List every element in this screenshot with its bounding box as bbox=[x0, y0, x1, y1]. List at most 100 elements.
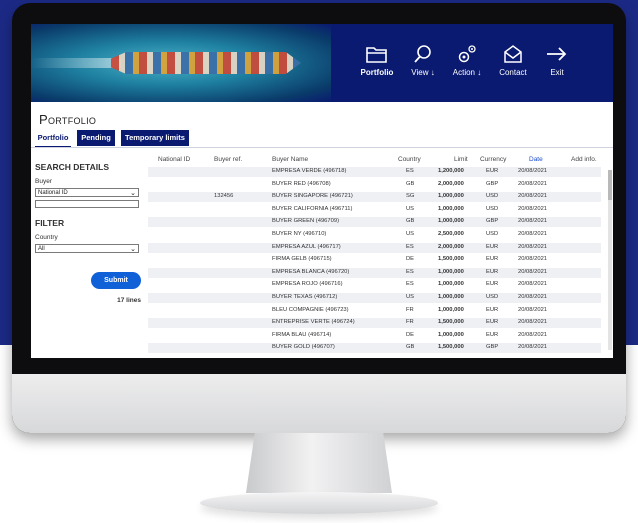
cell-country: GB bbox=[406, 218, 415, 225]
table-row[interactable]: FIRMA GELB (496715) DE 1,500,000 EUR 20/08/2… bbox=[148, 255, 601, 265]
lines-count: 17 lines bbox=[117, 297, 141, 304]
arrow-right-icon bbox=[547, 47, 567, 61]
cell-date: 20/08/2021 bbox=[518, 193, 548, 200]
cell-date: 20/08/2021 bbox=[518, 168, 548, 174]
cell-limit: 1,200,000 bbox=[438, 168, 464, 174]
ship-wake bbox=[31, 58, 121, 68]
tab-pending[interactable]: Pending bbox=[77, 130, 115, 146]
cell-buyer-name: BUYER GOLD (496707) bbox=[272, 344, 335, 351]
cell-limit: 1,000,000 bbox=[438, 306, 464, 313]
cell-limit: 1,000,000 bbox=[438, 218, 464, 225]
country-select[interactable]: All ⌄ bbox=[35, 244, 139, 253]
tab-divider bbox=[31, 147, 613, 148]
table-scrollbar[interactable] bbox=[608, 170, 612, 350]
cell-date: 20/08/2021 bbox=[518, 243, 548, 250]
cell-country: US bbox=[406, 294, 415, 300]
monitor-screen: Portfolio View ↓ Action ↓ Contact Exit P… bbox=[31, 24, 613, 358]
cell-country: GB bbox=[406, 344, 415, 351]
column-header-buyer-ref[interactable]: Buyer ref. bbox=[214, 156, 242, 163]
cell-currency: EUR bbox=[486, 243, 499, 250]
cell-currency: USD bbox=[486, 193, 499, 200]
table-row[interactable]: EMPRESA AZUL (496717) ES 2,000,000 EUR 20/08… bbox=[148, 242, 601, 253]
table-row[interactable]: BUYER GREEN (496709) GB 1,000,000 GBP 20/08/… bbox=[148, 217, 601, 228]
cell-buyer-name: BUYER GREEN (496709) bbox=[272, 218, 340, 225]
table-row[interactable]: BUYER RED (496708) GB 2,000,000 GBP 20/08/20… bbox=[148, 180, 601, 190]
table-row[interactable]: EMPRESA VERDE (496718) ES 1,200,000 EUR 20/0… bbox=[148, 167, 601, 177]
cell-limit: 1,000,000 bbox=[438, 331, 464, 338]
column-header-add-info[interactable]: Add info. bbox=[571, 156, 597, 163]
search-icon bbox=[414, 45, 431, 63]
table-row[interactable]: EMPRESA ROJO (496716) ES 1,000,000 EUR 20/08… bbox=[148, 280, 601, 290]
monitor-stand-neck bbox=[246, 433, 392, 493]
cell-limit: 1,000,000 bbox=[438, 268, 464, 275]
container-ship-image bbox=[111, 52, 301, 74]
table-row[interactable]: EMPRESA BLANCA (496720) ES 1,000,000 EUR 20/… bbox=[148, 267, 601, 278]
column-header-date[interactable]: Date bbox=[529, 156, 543, 163]
cell-limit: 1,000,000 bbox=[438, 205, 464, 212]
table-row[interactable]: ENTREPRISE VERTE (496724) FR 1,500,000 EUR 2… bbox=[148, 318, 601, 329]
monitor-stand-foot bbox=[200, 492, 438, 514]
cell-country: US bbox=[406, 231, 415, 237]
cell-currency: GBP bbox=[486, 344, 499, 351]
cell-currency: EUR bbox=[486, 256, 499, 263]
buyer-select-value: National ID bbox=[38, 190, 68, 196]
cell-limit: 1,500,000 bbox=[438, 319, 464, 326]
column-header-national-id[interactable]: National ID bbox=[158, 156, 190, 163]
cell-date: 20/08/2021 bbox=[518, 218, 548, 225]
table-row[interactable]: 132456 BUYER SINGAPORE (496721) SG 1,000,00… bbox=[148, 192, 601, 203]
cell-limit: 1,000,000 bbox=[438, 294, 464, 300]
column-header-country[interactable]: Country bbox=[398, 156, 421, 163]
header-banner-image bbox=[31, 24, 331, 102]
cell-date: 20/08/2021 bbox=[518, 231, 548, 237]
cell-buyer-name: FIRMA GELB (496715) bbox=[272, 256, 332, 263]
nav-portfolio[interactable]: Portfolio bbox=[351, 44, 403, 94]
table-row[interactable]: BUYER GOLD (496707) GB 1,500,000 GBP 20/08/2… bbox=[148, 343, 601, 354]
cell-date: 20/08/2021 bbox=[518, 306, 548, 313]
cell-date: 20/08/2021 bbox=[518, 256, 548, 263]
column-header-currency[interactable]: Currency bbox=[480, 156, 506, 163]
nav-label: Exit bbox=[550, 68, 564, 77]
nav-exit[interactable]: Exit bbox=[531, 44, 583, 94]
chevron-down-icon: ⌄ bbox=[130, 246, 136, 253]
table-row[interactable]: FIRMA BLAU (496714) DE 1,000,000 EUR 20/08/2… bbox=[148, 331, 601, 341]
tab-temporary-limits[interactable]: Temporary limits bbox=[121, 130, 189, 146]
buyer-search-input[interactable] bbox=[35, 200, 139, 208]
cell-buyer-name: FIRMA BLAU (496714) bbox=[272, 331, 332, 338]
cell-currency: USD bbox=[486, 205, 499, 212]
country-select-value: All bbox=[38, 246, 45, 252]
column-header-buyer-name[interactable]: Buyer Name bbox=[272, 156, 308, 163]
cell-date: 20/08/2021 bbox=[518, 344, 548, 351]
cell-buyer-name: BUYER TEXAS (496712) bbox=[272, 294, 338, 300]
table-row[interactable]: BUYER NY (496710) US 2,500,000 USD 20/08/202… bbox=[148, 230, 601, 240]
buyer-label: Buyer bbox=[35, 178, 52, 185]
cell-limit: 2,000,000 bbox=[438, 180, 464, 187]
nav-action[interactable]: Action ↓ bbox=[441, 44, 493, 94]
cell-currency: EUR bbox=[486, 281, 499, 288]
cell-country: FR bbox=[406, 319, 414, 326]
cell-date: 20/08/2021 bbox=[518, 268, 548, 275]
table-row[interactable]: BLEU COMPAGNIE (496723) FR 1,000,000 EUR 20/… bbox=[148, 306, 601, 316]
cell-buyer-ref: 132456 bbox=[214, 193, 234, 200]
cell-buyer-name: EMPRESA ROJO (496716) bbox=[272, 281, 343, 288]
gears-icon bbox=[458, 45, 476, 63]
cell-currency: EUR bbox=[486, 319, 499, 326]
submit-button[interactable]: Submit bbox=[91, 272, 141, 289]
cell-buyer-name: BUYER NY (496710) bbox=[272, 231, 327, 237]
table-row[interactable]: BUYER CALIFORNIA (496711) US 1,000,000 USD 2… bbox=[148, 205, 601, 215]
buyer-select[interactable]: National ID ⌄ bbox=[35, 188, 139, 197]
cell-date: 20/08/2021 bbox=[518, 294, 548, 300]
cell-country: ES bbox=[406, 243, 414, 250]
nav-label: Portfolio bbox=[360, 68, 394, 77]
nav-label: Action ↓ bbox=[452, 68, 482, 77]
cell-date: 20/08/2021 bbox=[518, 281, 548, 288]
cell-buyer-name: EMPRESA BLANCA (496720) bbox=[272, 268, 350, 275]
column-header-limit[interactable]: Limit bbox=[454, 156, 468, 163]
tab-portfolio[interactable]: Portfolio bbox=[35, 130, 71, 148]
scrollbar-thumb[interactable] bbox=[608, 170, 612, 200]
table-row[interactable]: BUYER TEXAS (496712) US 1,000,000 USD 20/08/… bbox=[148, 293, 601, 303]
page-title: Portfolio bbox=[39, 112, 97, 127]
cell-country: ES bbox=[406, 281, 414, 288]
cell-buyer-name: ENTREPRISE VERTE (496724) bbox=[272, 319, 355, 326]
table-header: National ID Buyer ref. Buyer Name Countr… bbox=[148, 154, 608, 166]
folder-icon bbox=[366, 47, 387, 63]
